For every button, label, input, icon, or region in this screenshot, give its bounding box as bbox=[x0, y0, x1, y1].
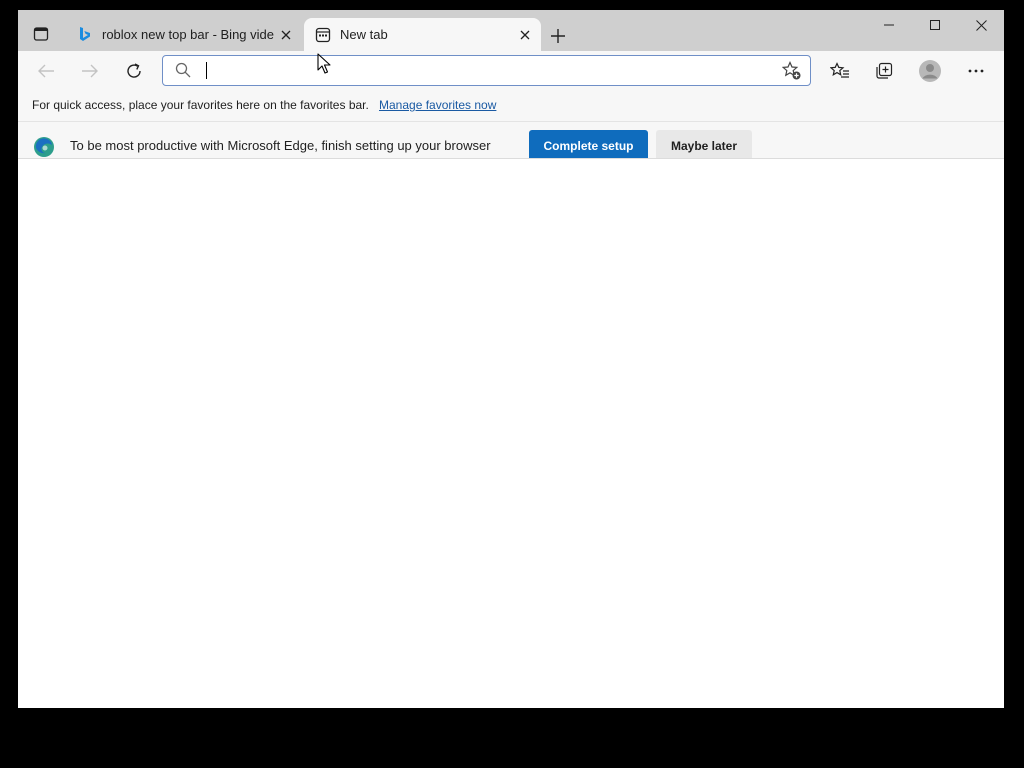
forward-button[interactable] bbox=[74, 55, 106, 87]
new-tab-page-icon bbox=[314, 26, 332, 44]
tab-actions-button[interactable] bbox=[27, 22, 55, 46]
toolbar bbox=[18, 51, 1004, 91]
complete-setup-button[interactable]: Complete setup bbox=[529, 130, 648, 158]
address-input[interactable] bbox=[203, 60, 773, 81]
collections-icon bbox=[876, 62, 893, 79]
profile-button[interactable] bbox=[914, 55, 946, 87]
page-content bbox=[18, 159, 1004, 708]
plus-icon bbox=[551, 29, 565, 43]
manage-favorites-link[interactable]: Manage favorites now bbox=[379, 98, 496, 112]
profile-icon bbox=[919, 60, 941, 82]
tab-new-tab[interactable]: New tab bbox=[304, 18, 541, 51]
back-button[interactable] bbox=[30, 55, 62, 87]
collections-button[interactable] bbox=[868, 55, 900, 87]
info-bar-message: To be most productive with Microsoft Edg… bbox=[70, 138, 491, 153]
minimize-button[interactable] bbox=[866, 10, 912, 40]
close-icon bbox=[975, 19, 987, 31]
tab-title: roblox new top bar - Bing video bbox=[102, 27, 274, 42]
mouse-cursor-icon bbox=[317, 53, 331, 74]
refresh-button[interactable] bbox=[118, 55, 150, 87]
maybe-later-button[interactable]: Maybe later bbox=[656, 130, 752, 158]
text-caret bbox=[206, 62, 207, 79]
address-bar[interactable] bbox=[162, 55, 811, 86]
add-favorite-icon[interactable] bbox=[781, 61, 802, 86]
favorites-bar-message: For quick access, place your favorites h… bbox=[32, 98, 369, 112]
close-tab-icon[interactable] bbox=[513, 23, 537, 47]
forward-icon bbox=[82, 64, 98, 78]
maximize-icon bbox=[930, 20, 940, 30]
maximize-button[interactable] bbox=[912, 10, 958, 40]
back-icon bbox=[38, 64, 54, 78]
more-icon bbox=[968, 69, 984, 73]
new-tab-button[interactable] bbox=[546, 24, 570, 48]
search-icon bbox=[175, 62, 191, 83]
favorites-bar: For quick access, place your favorites h… bbox=[18, 91, 1004, 122]
setup-info-bar: To be most productive with Microsoft Edg… bbox=[18, 122, 1004, 159]
tab-actions-icon bbox=[33, 27, 49, 41]
tab-strip: roblox new top bar - Bing video New tab bbox=[18, 10, 1004, 51]
tab-bing-video[interactable]: roblox new top bar - Bing video bbox=[68, 18, 302, 51]
tab-title: New tab bbox=[340, 27, 388, 42]
more-button[interactable] bbox=[960, 55, 992, 87]
favorites-button[interactable] bbox=[824, 55, 856, 87]
minimize-icon bbox=[884, 24, 894, 26]
browser-window: roblox new top bar - Bing video New tab bbox=[18, 10, 1004, 708]
edge-logo-icon bbox=[33, 136, 55, 158]
favorites-icon bbox=[830, 62, 849, 78]
refresh-icon bbox=[127, 63, 141, 78]
close-window-button[interactable] bbox=[958, 10, 1004, 40]
bing-icon bbox=[76, 26, 94, 44]
close-tab-icon[interactable] bbox=[274, 23, 298, 47]
